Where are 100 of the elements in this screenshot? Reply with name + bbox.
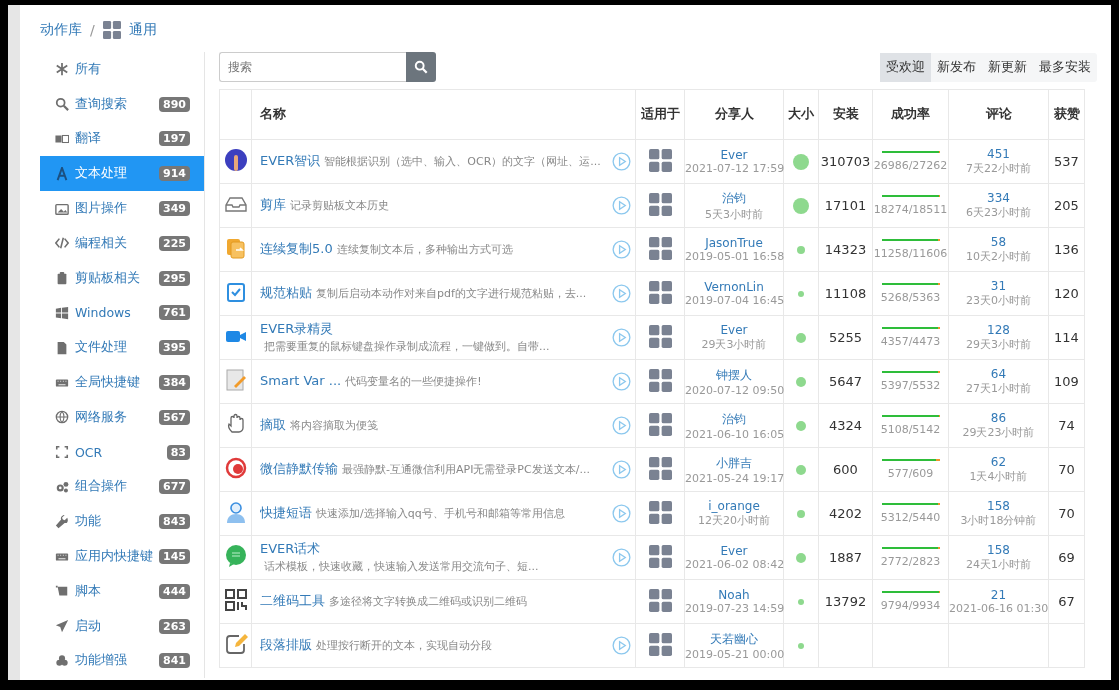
sharer-link[interactable]: Ever [685,148,783,162]
sidebar-item[interactable]: 组合操作 677 [40,469,204,505]
success-ratio: 11258/11606 [873,247,948,260]
grid-icon [648,456,672,480]
action-description: 复制后启动本动作对来自pdf的文字进行规范粘贴，去... [316,287,587,300]
play-icon[interactable] [612,372,631,391]
comment-count-link[interactable]: 31 [949,279,1048,293]
sharer-link[interactable]: Ever [685,323,783,337]
share-date: 5天3小时前 [704,206,764,222]
comment-count-link[interactable]: 158 [949,543,1048,557]
action-name-link[interactable]: EVER话术 [260,540,321,556]
success-ratio: 26986/27262 [873,159,948,172]
sidebar-item[interactable]: 图片操作 349 [40,191,204,226]
count-badge: 761 [159,305,190,321]
sidebar-item[interactable]: 功能增强 841 [40,643,204,679]
play-icon[interactable] [612,284,631,303]
play-icon[interactable] [612,328,631,347]
pen-icon [223,632,248,656]
sidebar-item[interactable]: 翻译 197 [40,121,204,157]
sharer-link[interactable]: Noah [685,588,783,602]
action-name-link[interactable]: EVER录精灵 [260,320,334,336]
play-icon[interactable] [612,636,631,655]
install-count: 1887 [828,550,863,565]
sort-tab[interactable]: 最多安装 [1033,52,1097,82]
action-name-link[interactable]: 段落排版 [260,637,312,652]
column-header: 安装 [818,89,873,140]
sharer-link[interactable]: 治钧 [685,189,783,207]
install-count: 4202 [828,506,863,521]
action-name-link[interactable]: 规范粘贴 [260,285,312,300]
action-name-link[interactable]: 快捷短语 [260,505,312,520]
sort-tab[interactable]: 新发布 [931,52,982,82]
comment-time: 10天2小时前 [965,249,1032,264]
grid-icon [648,632,672,656]
action-name-link[interactable]: 连续复制5.0 [260,241,333,256]
sidebar-item[interactable]: 查询搜索 890 [40,86,204,122]
grid-icon [648,192,672,216]
comment-count-link[interactable]: 128 [949,323,1048,337]
grid-icon [102,21,121,39]
action-name-link[interactable]: 微信静默传输 [260,461,338,476]
action-name-link[interactable]: 二维码工具 [260,593,325,608]
sidebar-item[interactable]: 功能 843 [40,504,204,540]
sidebar-item[interactable]: 网络服务 567 [40,399,204,435]
grid-icon [648,324,672,348]
sidebar-item[interactable]: 文件处理 395 [40,330,204,366]
file-icon [55,340,69,355]
sidebar-item[interactable]: OCR 83 [40,434,204,470]
count-badge: 677 [159,479,190,495]
sidebar-item[interactable]: 启动 263 [40,608,204,644]
action-name-link[interactable]: 剪库 [260,197,286,212]
comment-count-link[interactable]: 86 [949,411,1048,425]
action-description: 最强静默-互通微信利用API无需登录PC发送文本/... [342,463,590,476]
font-icon [55,166,69,181]
comment-time: 3小时18分钟前 [959,513,1038,528]
play-icon[interactable] [612,548,631,567]
sidebar-item[interactable]: 全局快捷键 384 [40,365,204,400]
asterisk-icon [55,62,69,77]
grid-icon [648,588,672,612]
sharer-link[interactable]: Ever [685,544,783,558]
play-icon[interactable] [612,240,631,259]
clipboard-icon [55,271,69,286]
sidebar-item[interactable]: Windows 761 [40,295,204,331]
play-icon[interactable] [612,152,631,171]
like-count: 70 [1058,506,1075,521]
sidebar-item[interactable]: 编程相关 225 [40,226,204,261]
like-count: 67 [1058,594,1075,609]
sharer-link[interactable]: 钟摆人 [685,366,783,384]
sharer-link[interactable]: 治钧 [685,410,783,428]
share-date: 2019-07-04 16:45 [685,294,783,307]
search-field[interactable]: 搜索 [219,52,406,82]
play-icon[interactable] [612,196,631,215]
comment-count-link[interactable]: 62 [949,455,1048,469]
sharer-link[interactable]: VernonLin [685,280,783,294]
sidebar-item[interactable]: 脚本 444 [40,573,204,609]
action-description: 将内容摘取为便笺 [290,419,378,432]
sharer-link[interactable]: JasonTrue [685,236,783,250]
action-name-link[interactable]: Smart Var ... [260,373,342,388]
comment-count-link[interactable]: 64 [949,367,1048,381]
action-name-link[interactable]: EVER智识 [260,153,321,168]
sharer-link[interactable]: 天若幽心 [685,630,783,648]
sidebar-item[interactable]: 所有 [40,52,204,87]
breadcrumb-link[interactable]: 动作库 [40,21,82,39]
sort-tab[interactable]: 新更新 [982,52,1033,82]
sidebar-item[interactable]: 剪贴板相关 295 [40,260,204,296]
sort-tab[interactable]: 受欢迎 [880,52,931,82]
play-icon[interactable] [612,416,631,435]
play-icon[interactable] [612,460,631,479]
sharer-link[interactable]: i_orange [685,499,783,513]
comment-count-link[interactable]: 58 [949,235,1048,249]
sidebar-item[interactable]: 文本处理 914 [40,156,204,192]
comment-count-link[interactable]: 158 [949,499,1048,513]
comment-time: 1天4小时前 [968,469,1029,484]
comment-count-link[interactable]: 334 [949,191,1048,205]
action-name-link[interactable]: 摘取 [260,417,286,432]
comment-time: 23天0小时前 [965,293,1032,308]
comment-count-link[interactable]: 21 [949,588,1048,602]
sharer-link[interactable]: 小胖吉 [685,454,783,472]
play-icon[interactable] [612,504,631,523]
comment-count-link[interactable]: 451 [949,147,1048,161]
search-button[interactable] [406,52,436,82]
sidebar-item[interactable]: 应用内快捷键 145 [40,539,204,574]
